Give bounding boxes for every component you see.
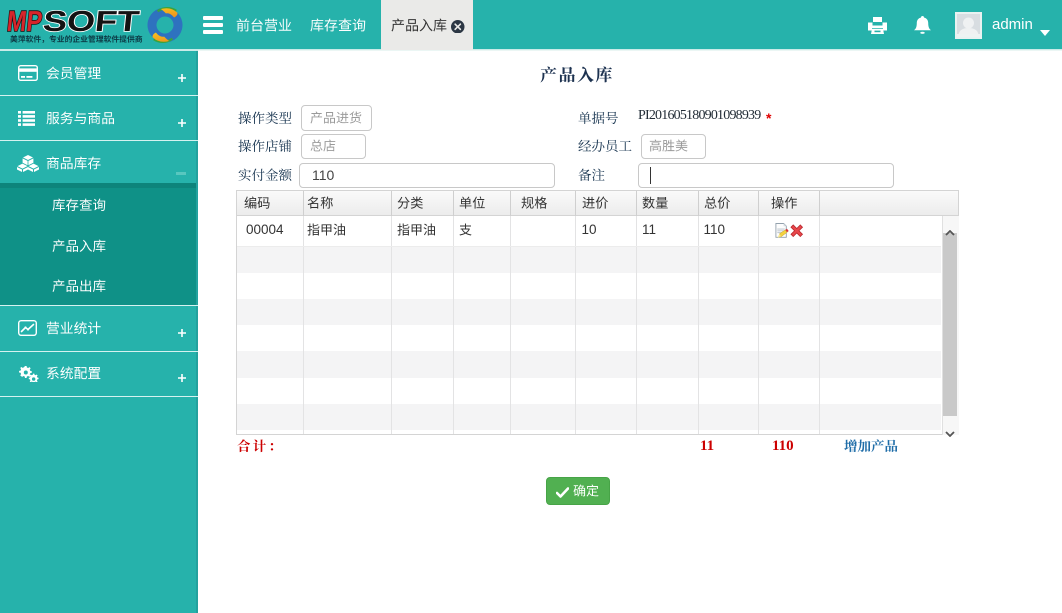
- svg-text:MP: MP: [5, 6, 43, 38]
- svg-text:SOFT: SOFT: [41, 6, 141, 38]
